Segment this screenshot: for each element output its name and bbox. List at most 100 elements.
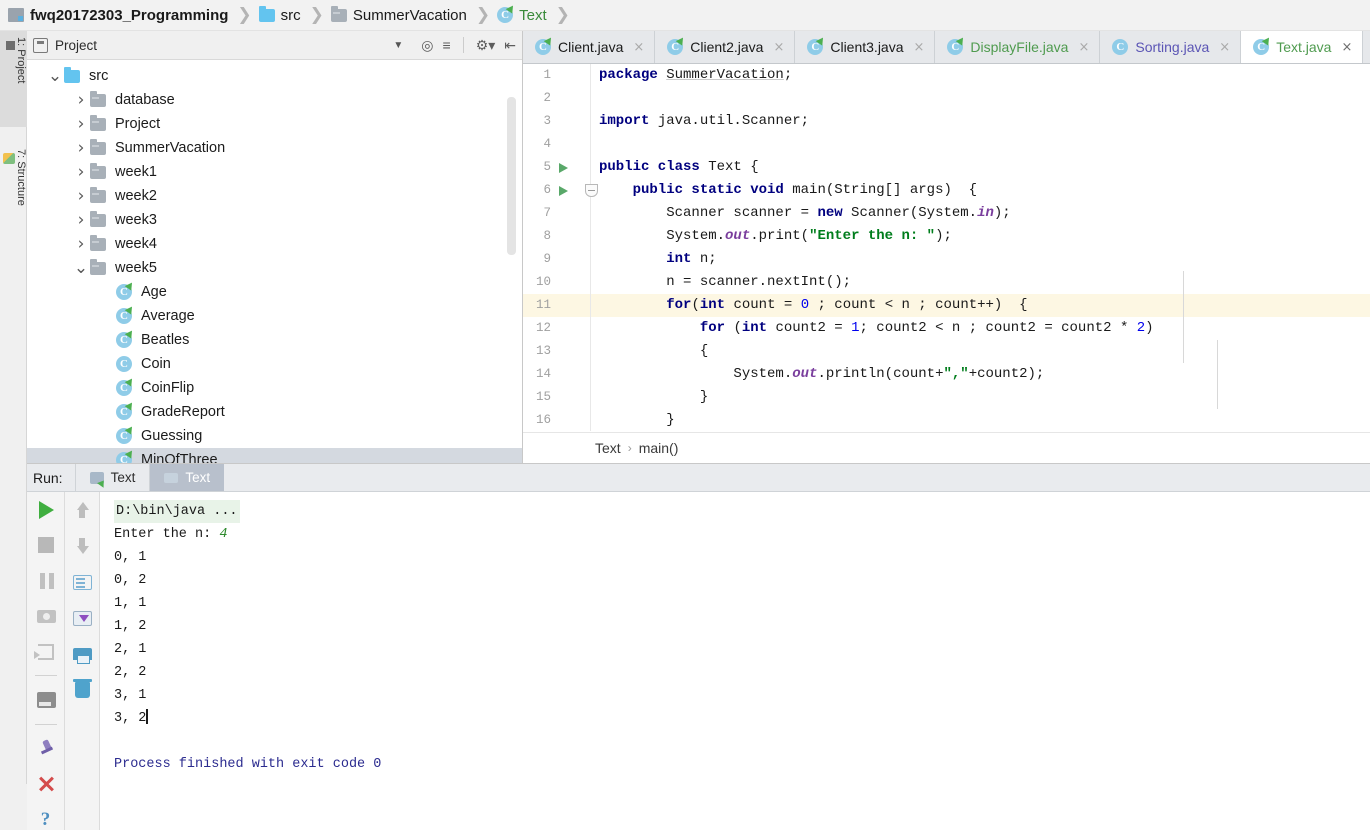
console-exit-line: Process finished with exit code 0	[114, 753, 1370, 776]
gutter-line[interactable]: 12	[523, 317, 590, 340]
chevron-right-icon[interactable]: ›	[73, 186, 89, 206]
tree-row[interactable]: C Beatles	[27, 328, 522, 352]
code-editor[interactable]: 1 2 3 4 5 6 7 8 9 10 11 12 13 14 15 16 package SummerVa…	[523, 64, 1370, 431]
close-icon[interactable]: ×	[1078, 40, 1089, 55]
breadcrumb-item-src[interactable]: src	[258, 0, 301, 31]
clear-all-button[interactable]	[70, 678, 94, 702]
editor-tab[interactable]: C Sorting.java ×	[1100, 31, 1242, 63]
gutter-line[interactable]: 6	[523, 179, 598, 202]
run-gutter-icon[interactable]	[559, 163, 568, 173]
gutter-line[interactable]: 8	[523, 225, 590, 248]
stop-button[interactable]	[34, 533, 58, 556]
scroll-up-button[interactable]	[70, 498, 94, 522]
editor-breadcrumb-method[interactable]: main()	[639, 440, 679, 456]
gutter-line[interactable]: 10	[523, 271, 590, 294]
tree-row[interactable]: › database	[27, 88, 522, 112]
rerun-button[interactable]	[34, 498, 58, 521]
tree-row[interactable]: C MinOfThree	[27, 448, 522, 463]
close-icon[interactable]: ×	[1341, 40, 1352, 55]
tree-row[interactable]: ⌄ src	[27, 64, 522, 88]
chevron-right-icon[interactable]: ›	[73, 90, 89, 110]
tree-row[interactable]: › week3	[27, 208, 522, 232]
exit-button[interactable]	[33, 640, 58, 663]
editor-tab[interactable]: C Text.java ×	[1241, 31, 1364, 63]
sidebar-tab-project[interactable]: 1: Project	[0, 31, 27, 127]
help-button[interactable]: ?	[34, 808, 58, 830]
editor-tab[interactable]: C Client2.java ×	[655, 31, 796, 63]
chevron-right-icon[interactable]: ›	[73, 162, 89, 182]
folder-gray-icon-wrap	[89, 258, 107, 275]
editor-breadcrumb-class[interactable]: Text	[595, 440, 621, 456]
gutter-line[interactable]: 13	[523, 340, 590, 363]
gutter-line[interactable]: 14	[523, 363, 590, 386]
tree-row[interactable]: ⌄ week5	[27, 256, 522, 280]
chevron-down-icon[interactable]: ⌄	[47, 68, 63, 85]
chevron-right-icon[interactable]: ›	[73, 138, 89, 158]
gutter-line[interactable]: 11	[523, 294, 590, 317]
project-tree[interactable]: ⌄ src › database › Project › SummerVacation › wee…	[27, 60, 522, 463]
tree-row[interactable]: › week4	[27, 232, 522, 256]
chevron-right-icon[interactable]: ›	[73, 234, 89, 254]
print-button[interactable]	[70, 642, 94, 666]
close-icon[interactable]: ×	[1219, 40, 1230, 55]
fold-collapse-icon[interactable]	[585, 184, 598, 197]
gutter-line[interactable]: 16	[523, 409, 590, 431]
chevron-right-icon[interactable]: ›	[73, 210, 89, 230]
project-tree-scrollbar[interactable]	[507, 97, 516, 255]
console-view-button[interactable]	[34, 688, 58, 711]
editor-tab[interactable]: C Client3.java ×	[795, 31, 936, 63]
gutter-line[interactable]: 3	[523, 110, 590, 133]
tree-row[interactable]: C Average	[27, 304, 522, 328]
chevron-right-icon[interactable]: ›	[73, 114, 89, 134]
tree-row[interactable]: C CoinFlip	[27, 376, 522, 400]
collapse-all-icon[interactable]: ≡	[443, 38, 451, 52]
gutter-line[interactable]: 4	[523, 133, 590, 156]
gear-icon[interactable]: ⚙▾	[476, 38, 496, 52]
java-class-icon: C	[947, 39, 964, 55]
tree-row[interactable]: C Age	[27, 280, 522, 304]
close-icon[interactable]: ×	[633, 40, 644, 55]
tree-row[interactable]: C GradeReport	[27, 400, 522, 424]
gutter-line[interactable]: 15	[523, 386, 590, 409]
close-tab-button[interactable]	[34, 772, 58, 795]
run-tab-text-2[interactable]: Text	[149, 464, 225, 491]
export-button[interactable]	[70, 606, 94, 630]
chevron-down-icon[interactable]: ⌄	[73, 260, 89, 277]
folder-gray-icon-wrap	[89, 234, 107, 251]
close-icon[interactable]: ×	[773, 40, 784, 55]
pause-button[interactable]	[34, 569, 58, 592]
close-icon[interactable]: ×	[914, 40, 925, 55]
dump-threads-button[interactable]	[34, 604, 58, 627]
tree-row[interactable]: › week1	[27, 160, 522, 184]
folder-gray-icon	[90, 234, 106, 251]
tree-row[interactable]: › SummerVacation	[27, 136, 522, 160]
gutter-line[interactable]: 9	[523, 248, 590, 271]
console-output[interactable]: D:\bin\java ... Enter the n: 4 0, 1 0, 2 1…	[100, 492, 1370, 830]
editor-tab[interactable]: C Client.java ×	[523, 31, 656, 63]
run-gutter-icon[interactable]	[559, 186, 568, 196]
gutter-line[interactable]: 2	[523, 87, 590, 110]
soft-wrap-button[interactable]	[70, 570, 94, 594]
tree-row[interactable]: C Coin	[27, 352, 522, 376]
tree-row[interactable]: › Project	[27, 112, 522, 136]
hide-panel-icon[interactable]: ⇤	[504, 38, 516, 52]
editor-gutter[interactable]: 1 2 3 4 5 6 7 8 9 10 11 12 13 14 15 16	[523, 64, 598, 431]
tree-row[interactable]: C Guessing	[27, 424, 522, 448]
chevron-right-icon: ❯	[237, 4, 252, 25]
run-tab-text-1[interactable]: Text	[74, 464, 150, 491]
editor-tab[interactable]: C DisplayFile.java ×	[935, 31, 1101, 63]
tree-row[interactable]: › week2	[27, 184, 522, 208]
breadcrumb-label: src	[280, 6, 301, 24]
gutter-line[interactable]: 1	[523, 64, 590, 87]
java-class-icon: C	[535, 39, 551, 55]
scroll-down-button[interactable]	[70, 534, 94, 558]
gutter-line[interactable]: 5	[523, 156, 590, 179]
sidebar-tab-structure[interactable]: 7: Structure	[0, 143, 27, 255]
breadcrumb-item-project[interactable]: fwq20172303_Programming	[8, 0, 228, 31]
locate-target-icon[interactable]: ◎	[421, 38, 433, 52]
gutter-line[interactable]: 7	[523, 202, 590, 225]
breadcrumb-item-class[interactable]: C Text	[497, 0, 547, 31]
chevron-down-icon[interactable]: ▼	[393, 40, 403, 51]
breadcrumb-item-package[interactable]: SummerVacation	[330, 0, 467, 31]
pin-tab-button[interactable]	[34, 737, 58, 760]
